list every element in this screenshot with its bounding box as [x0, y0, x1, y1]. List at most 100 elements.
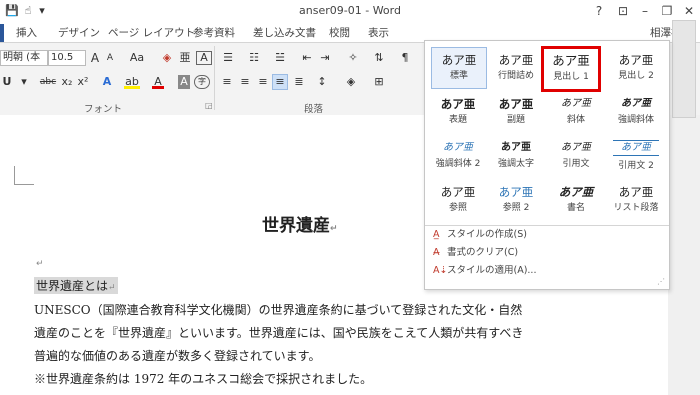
style-name: 引用文 2 — [618, 161, 654, 171]
style-no-spacing[interactable]: あア亜 行間詰め — [489, 48, 543, 88]
ribbon-display-button[interactable]: ⊡ — [612, 2, 634, 20]
style-intense-emphasis[interactable]: あア亜 強調斜体 — [609, 92, 663, 132]
underline-button[interactable]: U — [0, 75, 14, 89]
numbering-icon[interactable]: ☷ — [246, 51, 262, 65]
style-sample: あア亜 — [440, 185, 476, 199]
style-name: 書名 — [566, 203, 585, 213]
tab-references[interactable]: 参考資料 — [193, 24, 235, 42]
justify-icon[interactable]: ≡ — [272, 74, 288, 90]
sort-icon[interactable]: ⇅ — [372, 51, 386, 65]
char-border-button[interactable]: A — [196, 51, 212, 65]
style-name: 強調斜体 2 — [435, 159, 481, 169]
style-sample: あア亜 — [443, 142, 473, 153]
style-sample: あア亜 — [440, 97, 476, 111]
decrease-indent-icon[interactable]: ⇤ — [300, 51, 314, 65]
tab-design[interactable]: デザイン — [58, 24, 100, 42]
line-spacing-icon[interactable]: ↕ — [314, 75, 330, 89]
align-right-icon[interactable]: ≡ — [256, 75, 270, 89]
create-style-item[interactable]: A̲ スタイルの作成(S) — [433, 227, 527, 243]
ribbon-separator — [214, 46, 215, 110]
style-heading-2[interactable]: あア亜 見出し 2 — [609, 48, 663, 88]
close-button[interactable]: ✕ — [678, 2, 700, 20]
change-case-button[interactable]: Aa — [126, 51, 148, 65]
style-name: 引用文 — [562, 159, 590, 169]
font-dialog-launcher-icon[interactable]: ◲ — [205, 101, 213, 110]
distributed-icon[interactable]: ≣ — [292, 75, 306, 89]
style-emphasis[interactable]: あア亜 斜体 — [549, 92, 603, 132]
style-list-paragraph[interactable]: あア亜 リスト段落 — [609, 180, 663, 220]
bullets-icon[interactable]: ☰ — [220, 51, 236, 65]
scroll-thumb[interactable] — [672, 20, 696, 118]
font-size-combo[interactable]: 10.5 — [48, 50, 86, 66]
menu-label: 書式のクリア(C) — [447, 247, 519, 258]
show-marks-icon[interactable]: ¶ — [398, 51, 412, 65]
shrink-font-button[interactable]: A — [104, 51, 116, 65]
style-normal[interactable]: あア亜 標準 — [431, 47, 487, 89]
tab-file[interactable] — [0, 24, 4, 42]
style-sample: あア亜 — [618, 53, 654, 67]
style-name: 強調斜体 — [617, 115, 654, 125]
vertical-scrollbar[interactable] — [668, 115, 700, 395]
shading-icon[interactable]: ◈ — [344, 75, 358, 89]
grow-font-button[interactable]: A — [88, 51, 102, 65]
multilevel-list-icon[interactable]: ☱ — [272, 51, 288, 65]
align-left-icon[interactable]: ≡ — [220, 75, 234, 89]
char-shading-button[interactable]: A — [178, 75, 190, 89]
help-button[interactable]: ? — [588, 2, 610, 20]
style-reference-2[interactable]: あア亜 参照 2 — [489, 180, 543, 220]
style-sample: あア亜 — [501, 142, 531, 153]
style-sample: あア亜 — [498, 53, 534, 67]
style-name: 強調太字 — [497, 159, 534, 169]
style-reference[interactable]: あア亜 参照 — [431, 180, 485, 220]
style-book-title[interactable]: あア亜 書名 — [549, 180, 603, 220]
apply-style-icon: A⇣ — [433, 265, 448, 276]
strikethrough-button[interactable]: abc — [38, 75, 58, 89]
align-center-icon[interactable]: ≡ — [238, 75, 252, 89]
paragraph-mark: ↵ — [36, 259, 44, 269]
style-sample: あア亜 — [498, 97, 534, 111]
font-name-combo[interactable]: 明朝 (本 — [0, 50, 48, 66]
style-title[interactable]: あア亜 表題 — [431, 92, 485, 132]
asian-layout-icon[interactable]: ✧ — [344, 51, 362, 65]
highlight-button[interactable]: ab — [124, 75, 140, 89]
restore-button[interactable]: ❐ — [656, 2, 678, 20]
underline-dropdown-icon[interactable]: ▾ — [18, 75, 30, 89]
borders-icon[interactable]: ⊞ — [372, 75, 386, 89]
style-name: 表題 — [448, 115, 467, 125]
subscript-button[interactable]: x₂ — [60, 75, 74, 89]
style-strong[interactable]: あア亜 強調太字 — [489, 136, 543, 176]
menu-label: スタイルの適用(A)... — [447, 265, 537, 276]
style-sample: あア亜 — [498, 185, 534, 199]
style-sample: あア亜 — [561, 98, 591, 109]
superscript-button[interactable]: x² — [76, 75, 90, 89]
menu-label: スタイルの作成(S) — [447, 229, 527, 240]
clear-format-icon: A̶ — [433, 247, 440, 258]
tab-page-layout[interactable]: ページ レイアウト — [108, 24, 195, 42]
enclose-char-button[interactable]: 字 — [194, 75, 210, 89]
font-color-button[interactable]: A — [152, 75, 164, 89]
clear-format-button[interactable]: ◈ — [160, 51, 174, 65]
clear-format-item[interactable]: A̶ 書式のクリア(C) — [433, 245, 518, 261]
tab-review[interactable]: 校閲 — [329, 24, 350, 42]
title-bar: 💾 ☝ ▾ anser09-01 - Word ? ⊡ – ❐ ✕ — [0, 0, 700, 22]
style-sample: あア亜 — [618, 185, 654, 199]
apply-style-item[interactable]: A⇣スタイルの適用(A)... — [433, 263, 536, 279]
resize-grip-icon[interactable]: ⋰ — [657, 277, 665, 286]
style-intense-emphasis-2[interactable]: あア亜 強調斜体 2 — [431, 136, 485, 176]
phonetic-guide-button[interactable]: 亜 — [178, 51, 192, 65]
style-heading-1[interactable]: あア亜 見出し 1 — [541, 46, 601, 92]
tab-mailings[interactable]: 差し込み文書 — [253, 24, 316, 42]
tab-view[interactable]: 表示 — [368, 24, 389, 42]
style-subtitle[interactable]: あア亜 副題 — [489, 92, 543, 132]
paragraph-group-label: 段落 — [304, 104, 324, 115]
selected-heading[interactable]: 世界遺産とは↵ — [34, 277, 118, 294]
minimize-button[interactable]: – — [634, 2, 656, 20]
increase-indent-icon[interactable]: ⇥ — [318, 51, 332, 65]
style-quote[interactable]: あア亜 引用文 — [549, 136, 603, 176]
styles-gallery: あア亜 標準 あア亜 行間詰め あア亜 見出し 1 あア亜 見出し 2 あア亜 … — [424, 40, 670, 290]
text-effects-button[interactable]: A — [100, 75, 114, 89]
tab-insert[interactable]: 挿入 — [16, 24, 37, 42]
style-name: 参照 — [448, 203, 467, 213]
style-intense-quote[interactable]: あア亜 引用文 2 — [609, 136, 663, 176]
style-name: 標準 — [449, 71, 468, 81]
